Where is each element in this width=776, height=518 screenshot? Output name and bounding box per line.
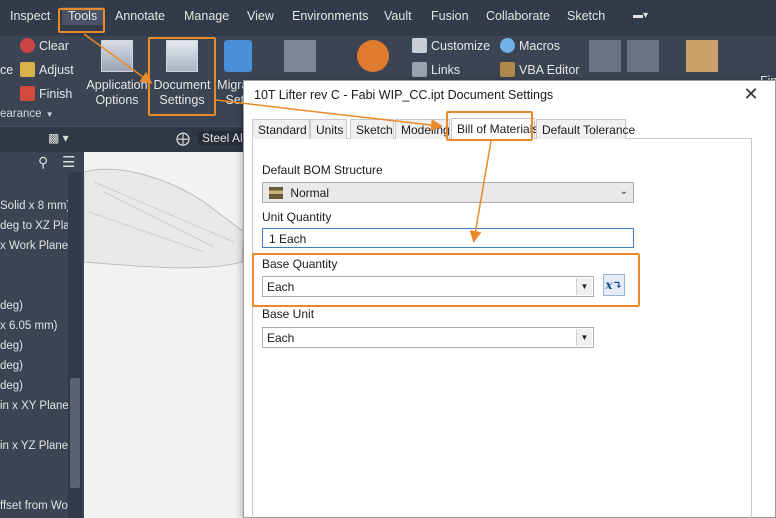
annotation-arrows (83, 33, 492, 243)
